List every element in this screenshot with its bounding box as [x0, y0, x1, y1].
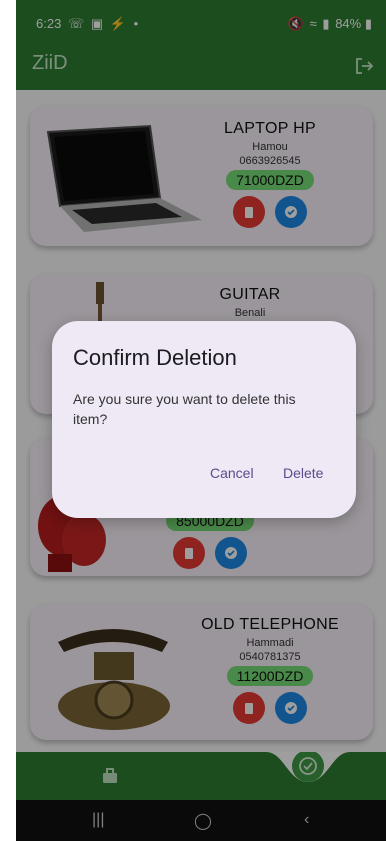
dialog-message: Are you sure you want to delete this ite… — [73, 391, 296, 427]
dialog-title: Confirm Deletion — [73, 345, 237, 370]
phone-screen: 6:23 ☏ ▣ ⚡ • 🔇 ≈ ▮ 84% ▮ ZiiD LAPTOP HP … — [16, 0, 386, 841]
cancel-button[interactable]: Cancel — [210, 465, 254, 481]
confirm-dialog: Confirm Deletion Are you sure you want t… — [52, 321, 356, 518]
delete-confirm-button[interactable]: Delete — [283, 465, 323, 481]
